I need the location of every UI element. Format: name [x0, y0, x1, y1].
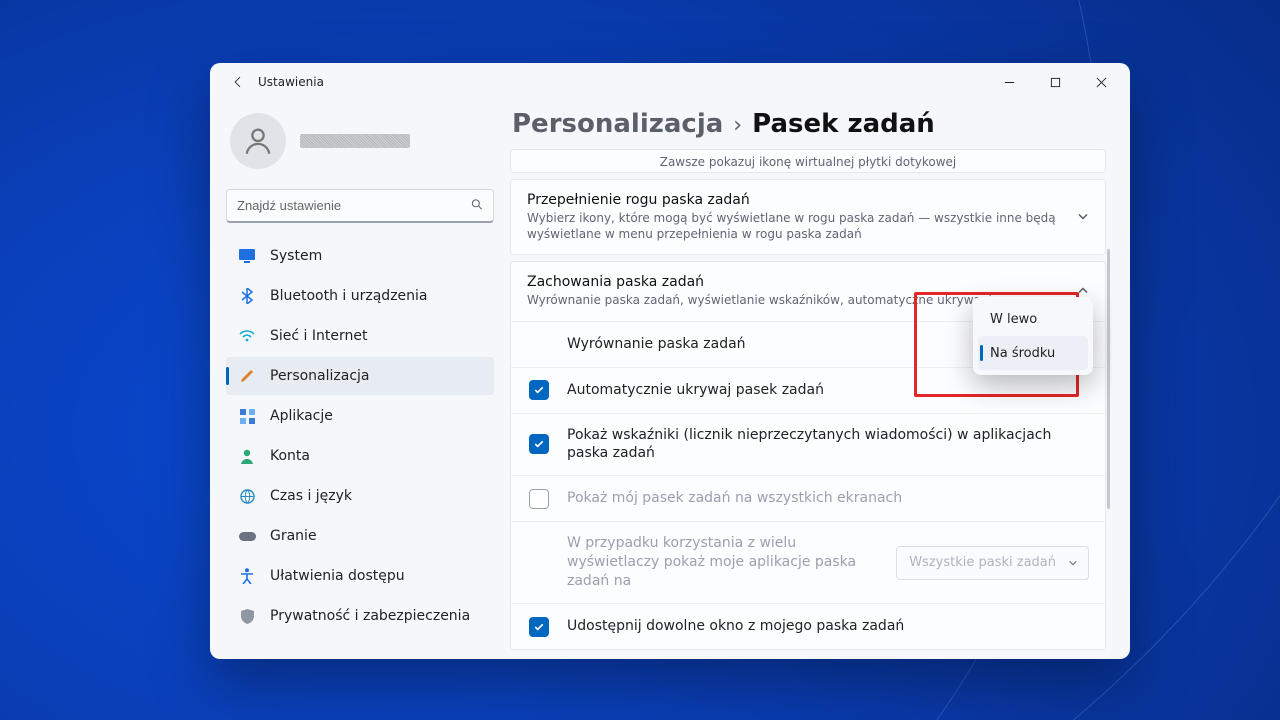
alignment-option-center[interactable]: Na środku: [978, 336, 1088, 370]
sidebar-item-network[interactable]: Sieć i Internet: [226, 317, 494, 355]
sidebar-item-time-language[interactable]: Czas i język: [226, 477, 494, 515]
row-show-badges[interactable]: Pokaż wskaźniki (licznik nieprzeczytanyc…: [511, 413, 1105, 476]
search-input[interactable]: [226, 189, 494, 223]
combo-multi-display: Wszystkie paski zadań: [896, 546, 1089, 580]
row-label: Pokaż mój pasek zadań na wszystkich ekra…: [567, 489, 1089, 508]
card-title: Zachowania paska zadań: [527, 274, 999, 290]
person-icon: [238, 449, 256, 464]
monitor-icon: [238, 249, 256, 263]
search-box[interactable]: [226, 189, 494, 223]
check-icon: [533, 621, 545, 633]
row-label: Automatycznie ukrywaj pasek zadań: [567, 381, 1089, 400]
globe-icon: [238, 489, 256, 504]
sidebar-item-label: Granie: [270, 528, 317, 544]
settings-window: Ustawienia System: [210, 63, 1130, 659]
close-icon: [1096, 77, 1107, 88]
scrollbar[interactable]: [1106, 149, 1110, 659]
bluetooth-icon: [238, 288, 256, 304]
card-title: Przepełnienie rogu paska zadań: [527, 192, 1057, 208]
sidebar-item-bluetooth[interactable]: Bluetooth i urządzenia: [226, 277, 494, 315]
avatar: [230, 113, 286, 169]
sidebar: System Bluetooth i urządzenia Sieć i Int…: [210, 101, 510, 659]
sidebar-item-accessibility[interactable]: Ułatwienia dostępu: [226, 557, 494, 595]
sidebar-item-label: Konta: [270, 448, 310, 464]
search-icon: [470, 197, 484, 216]
sidebar-item-system[interactable]: System: [226, 237, 494, 275]
maximize-icon: [1050, 77, 1061, 88]
checkbox-checked[interactable]: [529, 380, 549, 400]
sidebar-item-gaming[interactable]: Granie: [226, 517, 494, 555]
titlebar: Ustawienia: [210, 63, 1130, 101]
gamepad-icon: [238, 531, 256, 542]
content-area: Personalizacja › Pasek zadań Zawsze poka…: [510, 101, 1130, 659]
maximize-button[interactable]: [1032, 66, 1078, 98]
chevron-down-icon: [1077, 208, 1089, 227]
combo-value: Wszystkie paski zadań: [909, 555, 1056, 570]
sidebar-item-personalization[interactable]: Personalizacja: [226, 357, 494, 395]
account-block[interactable]: [226, 105, 494, 183]
check-icon: [533, 384, 545, 396]
card-subtitle: Wyrównanie paska zadań, wyświetlanie wsk…: [527, 292, 999, 308]
check-icon: [533, 438, 545, 450]
nav-list: System Bluetooth i urządzenia Sieć i Int…: [226, 237, 494, 635]
sidebar-item-label: Ułatwienia dostępu: [270, 568, 405, 584]
page-title: Pasek zadań: [752, 109, 935, 139]
desktop-wallpaper: Ustawienia System: [0, 0, 1280, 720]
sidebar-item-label: Sieć i Internet: [270, 328, 367, 344]
scroll-area: Zawsze pokazuj ikonę wirtualnej płytki d…: [510, 149, 1112, 659]
breadcrumb-separator: ›: [733, 113, 742, 138]
minimize-icon: [1004, 77, 1015, 88]
sidebar-item-label: Aplikacje: [270, 408, 333, 424]
sidebar-item-apps[interactable]: Aplikacje: [226, 397, 494, 435]
shield-icon: [238, 609, 256, 624]
arrow-left-icon: [231, 75, 245, 89]
back-button[interactable]: [224, 68, 252, 96]
sidebar-item-label: System: [270, 248, 322, 264]
card-partial-top[interactable]: Zawsze pokazuj ikonę wirtualnej płytki d…: [510, 149, 1106, 173]
wifi-icon: [238, 330, 256, 342]
row-show-all-displays: Pokaż mój pasek zadań na wszystkich ekra…: [511, 475, 1105, 521]
checkbox-unchecked: [529, 489, 549, 509]
row-label: Udostępnij dowolne okno z mojego paska z…: [567, 617, 1089, 636]
row-label: W przypadku korzystania z wielu wyświetl…: [567, 534, 867, 591]
checkbox-checked[interactable]: [529, 617, 549, 637]
card-partial-subtitle: Zawsze pokazuj ikonę wirtualnej płytki d…: [511, 150, 1105, 173]
card-overflow[interactable]: Przepełnienie rogu paska zadań Wybierz i…: [510, 179, 1106, 255]
card-subtitle: Wybierz ikony, które mogą być wyświetlan…: [527, 210, 1057, 242]
chevron-down-icon: [1068, 558, 1078, 568]
account-name-redacted: [300, 134, 410, 148]
sidebar-item-privacy[interactable]: Prywatność i zabezpieczenia: [226, 597, 494, 635]
app-title: Ustawienia: [258, 75, 324, 89]
apps-icon: [238, 409, 256, 424]
alignment-dropdown: W lewo Na środku: [973, 297, 1093, 375]
sidebar-item-label: Prywatność i zabezpieczenia: [270, 608, 470, 624]
breadcrumb: Personalizacja › Pasek zadań: [510, 105, 1112, 149]
person-icon: [241, 124, 275, 158]
minimize-button[interactable]: [986, 66, 1032, 98]
window-controls: [986, 66, 1124, 98]
scrollbar-thumb[interactable]: [1107, 249, 1110, 509]
sidebar-item-accounts[interactable]: Konta: [226, 437, 494, 475]
row-multi-display-apps: W przypadku korzystania z wielu wyświetl…: [511, 521, 1105, 603]
breadcrumb-parent[interactable]: Personalizacja: [512, 109, 723, 139]
checkbox-checked[interactable]: [529, 434, 549, 454]
row-label: Pokaż wskaźniki (licznik nieprzeczytanyc…: [567, 426, 1089, 464]
alignment-option-left[interactable]: W lewo: [978, 302, 1088, 336]
card-taskbar-behaviors: Zachowania paska zadań Wyrównanie paska …: [510, 261, 1106, 650]
row-share-window[interactable]: Udostępnij dowolne okno z mojego paska z…: [511, 603, 1105, 649]
sidebar-item-label: Bluetooth i urządzenia: [270, 288, 428, 304]
sidebar-item-label: Czas i język: [270, 488, 352, 504]
sidebar-item-label: Personalizacja: [270, 368, 370, 384]
accessibility-icon: [238, 568, 256, 584]
close-button[interactable]: [1078, 66, 1124, 98]
paintbrush-icon: [238, 368, 256, 384]
